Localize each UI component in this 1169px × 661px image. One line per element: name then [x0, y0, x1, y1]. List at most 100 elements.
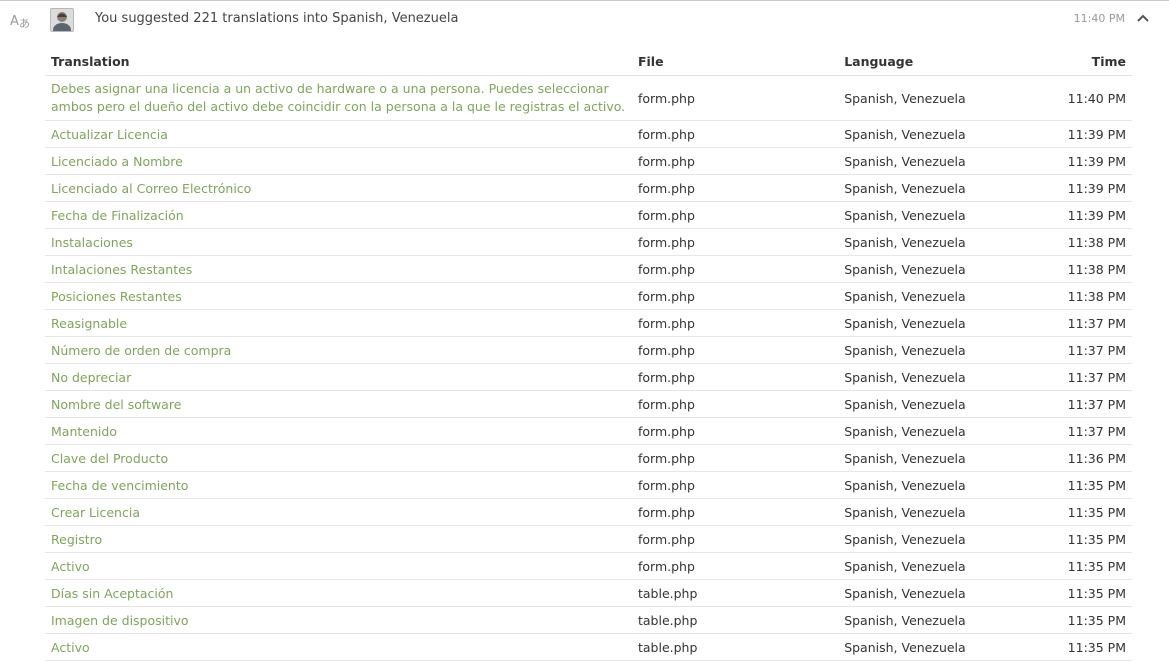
translation-link[interactable]: Clave del Producto — [51, 451, 168, 466]
language-cell: Spanish, Venezuela — [838, 255, 1008, 283]
translation-cell: Activo — [45, 552, 632, 580]
table-row: Debes asignar una licencia a un activo d… — [45, 75, 1132, 121]
time-cell: 11:35 PM — [1007, 633, 1132, 661]
time-cell: 11:39 PM — [1007, 147, 1132, 175]
translation-cell: Fecha de vencimiento — [45, 471, 632, 499]
translation-cell: Clave del Producto — [45, 444, 632, 472]
language-cell: Spanish, Venezuela — [838, 444, 1008, 472]
time-cell: 11:36 PM — [1007, 444, 1132, 472]
table-row: Actualizar Licencia form.php Spanish, Vene… — [45, 120, 1132, 148]
translation-cell: Mantenido — [45, 417, 632, 445]
translation-link[interactable]: Fecha de vencimiento — [51, 478, 188, 493]
column-header-time[interactable]: Time — [1007, 48, 1132, 76]
translation-link[interactable]: Crear Licencia — [51, 505, 140, 520]
table-row: No depreciar form.php Spanish, Venezuela 11… — [45, 363, 1132, 391]
column-header-file[interactable]: File — [631, 48, 839, 76]
translation-cell: Licenciado a Nombre — [45, 147, 632, 175]
language-cell: Spanish, Venezuela — [838, 147, 1008, 175]
table-row: Nombre del software form.php Spanish, Vene… — [45, 390, 1132, 418]
avatar[interactable] — [50, 8, 74, 32]
language-cell: Spanish, Venezuela — [838, 579, 1008, 607]
time-cell: 11:39 PM — [1007, 120, 1132, 148]
language-cell: Spanish, Venezuela — [838, 75, 1008, 121]
translation-link[interactable]: Debes asignar una licencia a un activo d… — [51, 81, 625, 114]
file-cell: form.php — [631, 525, 839, 553]
time-cell: 11:38 PM — [1007, 255, 1132, 283]
file-cell: form.php — [631, 309, 839, 337]
translations-table: Translation File Language Time Debes asi… — [45, 48, 1132, 661]
language-cell: Spanish, Venezuela — [838, 471, 1008, 499]
translation-link[interactable]: Licenciado al Correo Electrónico — [51, 181, 251, 196]
time-cell: 11:37 PM — [1007, 417, 1132, 445]
time-cell: 11:37 PM — [1007, 309, 1132, 337]
time-cell: 11:40 PM — [1007, 75, 1132, 121]
table-row: Clave del Producto form.php Spanish, Venez… — [45, 444, 1132, 472]
column-header-translation[interactable]: Translation — [45, 48, 632, 76]
table-row: Imagen de dispositivo table.php Spanish, V… — [45, 606, 1132, 634]
translation-link[interactable]: Imagen de dispositivo — [51, 613, 189, 628]
language-cell: Spanish, Venezuela — [838, 552, 1008, 580]
translation-cell: Días sin Aceptación — [45, 579, 632, 607]
language-cell: Spanish, Venezuela — [838, 336, 1008, 364]
table-row: Licenciado al Correo Electrónico form.php… — [45, 174, 1132, 202]
translation-cell: Crear Licencia — [45, 498, 632, 526]
translation-link[interactable]: Fecha de Finalización — [51, 208, 184, 223]
activity-title: You suggested 221 translations into Span… — [95, 11, 459, 26]
activity-header: A あ You suggested 221 translations into … — [0, 1, 1169, 39]
translation-cell: Licenciado al Correo Electrónico — [45, 174, 632, 202]
file-cell: form.php — [631, 201, 839, 229]
svg-text:あ: あ — [19, 17, 30, 30]
time-cell: 11:38 PM — [1007, 282, 1132, 310]
translation-cell: Reasignable — [45, 309, 632, 337]
column-header-language[interactable]: Language — [838, 48, 1008, 76]
translation-link[interactable]: Reasignable — [51, 316, 127, 331]
time-cell: 11:39 PM — [1007, 201, 1132, 229]
time-cell: 11:37 PM — [1007, 363, 1132, 391]
activity-entry: A あ You suggested 221 translations into … — [0, 0, 1169, 661]
file-cell: form.php — [631, 255, 839, 283]
table-row: Intalaciones Restantes form.php Spanish, V… — [45, 255, 1132, 283]
time-cell: 11:39 PM — [1007, 174, 1132, 202]
translation-link[interactable]: Activo — [51, 640, 90, 655]
table-row: Registro form.php Spanish, Venezuela 11:35 … — [45, 525, 1132, 553]
table-row: Posiciones Restantes form.php Spanish, Ven… — [45, 282, 1132, 310]
time-cell: 11:35 PM — [1007, 525, 1132, 553]
file-cell: form.php — [631, 147, 839, 175]
translation-cell: No depreciar — [45, 363, 632, 391]
language-cell: Spanish, Venezuela — [838, 606, 1008, 634]
translation-link[interactable]: Mantenido — [51, 424, 117, 439]
translation-link[interactable]: Activo — [51, 559, 90, 574]
table-body: Debes asignar una licencia a un activo d… — [45, 75, 1132, 661]
translation-link[interactable]: Licenciado a Nombre — [51, 154, 183, 169]
translation-link[interactable]: Actualizar Licencia — [51, 127, 168, 142]
language-cell: Spanish, Venezuela — [838, 201, 1008, 229]
translation-link[interactable]: Posiciones Restantes — [51, 289, 182, 304]
translation-cell: Fecha de Finalización — [45, 201, 632, 229]
language-cell: Spanish, Venezuela — [838, 282, 1008, 310]
translation-link[interactable]: Instalaciones — [51, 235, 133, 250]
translation-link[interactable]: Registro — [51, 532, 102, 547]
language-cell: Spanish, Venezuela — [838, 228, 1008, 256]
file-cell: form.php — [631, 552, 839, 580]
translation-link[interactable]: Número de orden de compra — [51, 343, 231, 358]
file-cell: form.php — [631, 336, 839, 364]
translation-link[interactable]: Nombre del software — [51, 397, 181, 412]
translation-cell: Instalaciones — [45, 228, 632, 256]
file-cell: form.php — [631, 498, 839, 526]
language-cell: Spanish, Venezuela — [838, 498, 1008, 526]
table-header-row: Translation File Language Time — [45, 48, 1132, 76]
time-cell: 11:37 PM — [1007, 390, 1132, 418]
translation-link[interactable]: Días sin Aceptación — [51, 586, 173, 601]
translation-link[interactable]: No depreciar — [51, 370, 131, 385]
translation-link[interactable]: Intalaciones Restantes — [51, 262, 192, 277]
translate-icon: A あ — [10, 10, 32, 30]
chevron-up-icon[interactable] — [1135, 11, 1151, 27]
time-cell: 11:35 PM — [1007, 471, 1132, 499]
translation-cell: Número de orden de compra — [45, 336, 632, 364]
translation-cell: Posiciones Restantes — [45, 282, 632, 310]
language-cell: Spanish, Venezuela — [838, 633, 1008, 661]
table-row: Mantenido form.php Spanish, Venezuela 11:37… — [45, 417, 1132, 445]
language-cell: Spanish, Venezuela — [838, 120, 1008, 148]
file-cell: form.php — [631, 363, 839, 391]
file-cell: table.php — [631, 633, 839, 661]
